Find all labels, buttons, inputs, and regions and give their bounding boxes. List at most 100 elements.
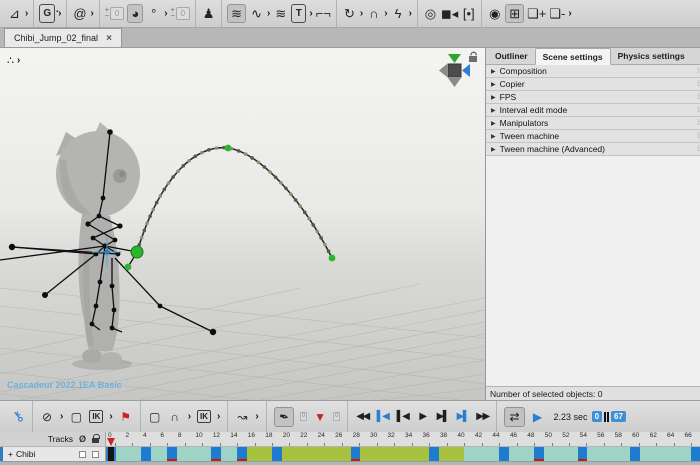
trajectory-frame-dot[interactable] <box>158 194 163 198</box>
trajectory-frame-dot[interactable] <box>262 165 267 169</box>
section-fps[interactable]: ▶ FPS ⁞⁞ <box>486 91 700 104</box>
no-physics-icon-dropdown-arrow[interactable]: › <box>60 411 63 422</box>
ghost-after-stepper-value[interactable]: 0 <box>175 7 191 20</box>
trajectory-frame-dot[interactable] <box>279 180 283 185</box>
next-frame-button[interactable]: ▶▌ <box>435 407 450 427</box>
lock-icon[interactable] <box>92 433 100 443</box>
ghost-before-stepper[interactable]: + −0 <box>105 4 125 23</box>
no-physics-icon[interactable]: ⊘ <box>40 407 54 427</box>
trajectory-frame-dot[interactable] <box>323 242 327 247</box>
gizmo-top-arrow[interactable] <box>448 54 461 63</box>
trajectory-frame-dot[interactable] <box>166 181 171 185</box>
ghost-before-stepper-value[interactable]: 0 <box>109 7 125 20</box>
track-row-header[interactable]: + Chibi <box>0 447 105 462</box>
drag-grip-icon[interactable]: ⁞⁞ <box>697 130 700 143</box>
ik-interval-icon[interactable]: IK <box>197 410 212 423</box>
section-composition[interactable]: ▶ Composition ⁞⁞ <box>486 65 700 78</box>
ghost-pin-icon-dropdown-arrow[interactable]: › <box>164 8 167 19</box>
keyframe-cell[interactable] <box>630 447 640 461</box>
flag-icon[interactable]: ⚑ <box>119 407 133 427</box>
trajectory-frame-dot[interactable] <box>142 228 147 233</box>
trajectory-frame-dot[interactable] <box>273 175 278 180</box>
keyframe-cell[interactable] <box>271 447 282 461</box>
character-icon[interactable]: ♟ <box>201 4 216 23</box>
trajectory-frame-dot[interactable] <box>293 198 298 202</box>
gizmo-left-arrow[interactable] <box>439 64 447 77</box>
gizmo-bottom-arrow[interactable] <box>448 78 461 87</box>
pin-icon[interactable]: ✒ <box>273 406 294 427</box>
selection-frame-icon[interactable]: ▢ <box>69 407 83 427</box>
drag-grip-icon[interactable]: ⁞⁞ <box>697 65 700 78</box>
ghost-pin-icon[interactable]: ° <box>146 4 161 23</box>
ik-interval-icon-dropdown-arrow[interactable]: › <box>217 411 220 422</box>
spiral-tool-icon[interactable]: @ <box>72 4 87 23</box>
secondary-motion-icon[interactable]: ≋ <box>273 4 288 23</box>
trajectory-sub-point[interactable] <box>124 263 132 271</box>
step-interpolation-icon[interactable]: ↝ <box>235 407 249 427</box>
keyframe-cell[interactable] <box>140 447 151 461</box>
keyframe-cell[interactable] <box>429 447 439 461</box>
jump-to-start-button[interactable]: ▌◀ <box>375 407 390 427</box>
spiral-tool-icon-dropdown-arrow[interactable]: › <box>90 8 93 19</box>
focus-brackets-icon[interactable]: [•] <box>461 4 476 23</box>
rotate-loop-icon-dropdown-arrow[interactable]: › <box>360 8 363 19</box>
camera-arc-icon[interactable]: ∩ <box>366 4 381 23</box>
run-cycle-icon-dropdown-arrow[interactable]: › <box>409 8 412 19</box>
trajectory-frame-dot[interactable] <box>319 236 323 240</box>
run-cycle-icon[interactable]: ϟ <box>391 4 406 23</box>
timeline-ruler[interactable]: 0 2 4 6 8 10 12 14 16 18 20 22 24 26 28 30 32 34 36 38 40 42 4… <box>105 432 700 447</box>
autokey-icon[interactable]: ⚷ <box>9 407 27 427</box>
trajectory-arc-icon[interactable]: ∩ <box>168 407 182 427</box>
range-end-box[interactable]: 67 <box>611 411 626 422</box>
section-manipulators[interactable]: ▶ Manipulators ⁞⁞ <box>486 117 700 130</box>
drag-grip-icon[interactable]: ⁞⁞ <box>697 78 700 91</box>
interpolation-waves-icon[interactable]: ≋ <box>227 4 247 23</box>
layer-remove-icon[interactable]: ❏- <box>549 4 565 23</box>
panel-tab-outliner[interactable]: Outliner <box>488 48 535 64</box>
filter-funnel-icon[interactable]: ▼ <box>313 407 327 427</box>
ik-fk-mode-icon[interactable]: IK <box>89 410 104 423</box>
ghost-before-stepper-plus-minus[interactable]: + − <box>105 7 109 20</box>
trajectory-frame-dot[interactable] <box>162 187 167 192</box>
camera-arc-icon-dropdown-arrow[interactable]: › <box>384 8 387 19</box>
trajectory-frame-dot[interactable] <box>268 170 272 174</box>
trajectory-frame-dot[interactable] <box>326 249 331 254</box>
camera-icon[interactable]: ◼◂ <box>441 4 458 23</box>
trajectory-tool-icon-dropdown-arrow[interactable]: › <box>309 8 312 19</box>
corner-brackets-icon[interactable]: ⌐¬ <box>316 4 331 23</box>
axis-tool-icon-dropdown-arrow[interactable]: › <box>25 8 28 19</box>
drag-grip-icon[interactable]: ⁞⁞ <box>697 117 700 130</box>
panel-tab-physics-settings[interactable]: Physics settings <box>611 48 692 64</box>
section-tween-machine-advanced[interactable]: ▶ Tween machine (Advanced) ⁞⁞ <box>486 143 700 156</box>
track-visibility-checkbox[interactable] <box>79 450 86 458</box>
play-button[interactable]: ▶ <box>415 407 429 427</box>
visibility-eye-icon[interactable]: Ø <box>79 434 86 444</box>
global-mode-icon[interactable]: G ▪ <box>39 4 58 23</box>
track-lock-checkbox[interactable] <box>92 450 99 458</box>
trajectory-frame-dot[interactable] <box>284 186 288 191</box>
timeline-segment-teal[interactable] <box>114 447 246 461</box>
trajectory-frame-dot[interactable] <box>250 156 254 160</box>
track-keyframe-cells[interactable] <box>105 447 700 462</box>
trajectory-frame-dot[interactable] <box>289 192 293 196</box>
ghost-after-stepper[interactable]: + −0 <box>171 4 191 23</box>
jump-to-end-button[interactable]: ▶▌ <box>455 407 470 427</box>
section-interval-edit-mode[interactable]: ▶ Interval edit mode ⁞⁞ <box>486 104 700 117</box>
trajectory-frame-dot[interactable] <box>311 223 316 227</box>
trajectory-frame-dot[interactable] <box>236 149 241 153</box>
trajectory-frame-dot[interactable] <box>154 200 159 205</box>
fast-forward-button[interactable]: ▶▶ <box>475 407 490 427</box>
trajectory-frame-dot[interactable] <box>181 163 186 168</box>
layer-remove-icon-dropdown-arrow[interactable]: › <box>568 8 571 19</box>
ghost-after-stepper-plus-minus[interactable]: + − <box>171 7 175 20</box>
trajectory-frame-dot[interactable] <box>200 150 204 155</box>
loop-playback-button[interactable]: ⇄ <box>504 406 525 427</box>
current-frame-cell[interactable] <box>106 447 116 461</box>
rewind-button[interactable]: ◀◀ <box>355 407 370 427</box>
rotate-loop-icon[interactable]: ↻ <box>342 4 357 23</box>
trajectory-frame-dot[interactable] <box>145 221 149 226</box>
section-tween-machine[interactable]: ▶ Tween machine ⁞⁞ <box>486 130 700 143</box>
panel-tab-scene-settings[interactable]: Scene settings <box>534 48 611 65</box>
trajectory-frame-dot[interactable] <box>148 214 152 219</box>
step-interpolation-icon-dropdown-arrow[interactable]: › <box>255 411 258 422</box>
